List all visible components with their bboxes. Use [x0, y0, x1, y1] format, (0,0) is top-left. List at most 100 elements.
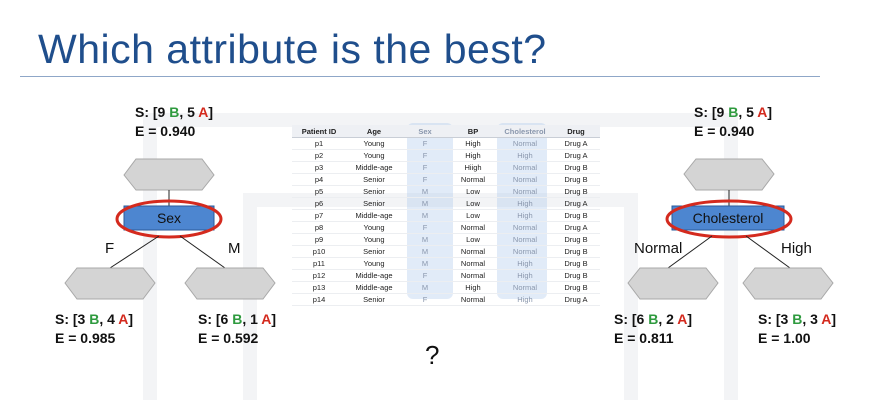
- cell-bp: Normal: [448, 269, 498, 282]
- left-root-entropy: E = 0.940: [135, 123, 196, 139]
- cell-cholesterol: Normal: [498, 137, 552, 150]
- question-mark: ?: [425, 340, 440, 370]
- cell-sex: F: [402, 137, 448, 150]
- right-root-sample-count: S: [9 B, 5 A]: [694, 104, 773, 120]
- cholesterol-node-label: Cholesterol: [693, 210, 764, 226]
- cell-drug: Drug A: [552, 197, 600, 210]
- cell-sex: F: [402, 161, 448, 174]
- right-root-hexagon: [683, 158, 775, 191]
- cell-sex: M: [402, 233, 448, 246]
- table-row: p6 Senior M Low High Drug A: [292, 197, 600, 210]
- table-row: p2 Young F High High Drug A: [292, 149, 600, 162]
- cell-patient-id: p14: [292, 293, 346, 306]
- column-header-patient-id: Patient ID: [292, 125, 346, 138]
- table-header-row: Patient ID Age Sex BP Cholesterol Drug: [292, 125, 600, 138]
- cell-age: Young: [346, 149, 402, 162]
- cell-patient-id: p6: [292, 197, 346, 210]
- cell-patient-id: p8: [292, 221, 346, 234]
- cell-patient-id: p7: [292, 209, 346, 222]
- cell-drug: Drug B: [552, 257, 600, 270]
- table-row: p12 Middle-age F Normal High Drug B: [292, 269, 600, 282]
- cell-age: Young: [346, 221, 402, 234]
- sex-node-label: Sex: [157, 210, 181, 226]
- cell-sex: F: [402, 293, 448, 306]
- cell-patient-id: p1: [292, 137, 346, 150]
- cell-patient-id: p10: [292, 245, 346, 258]
- left-leaf-m-sample-count: S: [6 B, 1 A]: [198, 311, 277, 327]
- table-row: p4 Senior F Normal Normal Drug B: [292, 173, 600, 186]
- branch-label-normal: Normal: [634, 240, 682, 257]
- cell-age: Senior: [346, 293, 402, 306]
- cell-patient-id: p3: [292, 161, 346, 174]
- branch-label-f: F: [105, 240, 114, 257]
- cell-sex: M: [402, 245, 448, 258]
- cell-age: Middle-age: [346, 269, 402, 282]
- cell-patient-id: p13: [292, 281, 346, 294]
- cell-drug: Drug B: [552, 173, 600, 186]
- table-row: p10 Senior M Normal Normal Drug B: [292, 245, 600, 258]
- right-root-entropy: E = 0.940: [694, 123, 755, 139]
- cell-cholesterol: Normal: [498, 281, 552, 294]
- left-branch-f: [109, 235, 160, 269]
- left-leaf-f-hexagon: [64, 267, 156, 300]
- cell-sex: F: [402, 269, 448, 282]
- cell-drug: Drug A: [552, 293, 600, 306]
- cell-cholesterol: High: [498, 257, 552, 270]
- cell-drug: Drug B: [552, 269, 600, 282]
- left-leaf-m-entropy: E = 0.592: [198, 330, 259, 346]
- cell-bp: Normal: [448, 293, 498, 306]
- cell-drug: Drug B: [552, 233, 600, 246]
- cell-age: Senior: [346, 245, 402, 258]
- left-leaf-f-entropy: E = 0.985: [55, 330, 116, 346]
- cell-bp: Low: [448, 233, 498, 246]
- column-header-sex: Sex: [402, 125, 448, 138]
- cell-cholesterol: Normal: [498, 233, 552, 246]
- cell-bp: High: [448, 137, 498, 150]
- table-body: p1 Young F High Normal Drug Ap2 Young F High High…: [292, 137, 600, 306]
- cell-drug: Drug A: [552, 149, 600, 162]
- right-leaf-high-stats: S: [3 B, 3 A] E = 1.00: [758, 310, 836, 348]
- table-row: p14 Senior F Normal High Drug A: [292, 293, 600, 306]
- cell-patient-id: p5: [292, 185, 346, 198]
- cell-sex: M: [402, 185, 448, 198]
- cell-sex: M: [402, 257, 448, 270]
- cell-bp: Low: [448, 185, 498, 198]
- cell-sex: F: [402, 149, 448, 162]
- cell-sex: F: [402, 221, 448, 234]
- left-root-hexagon: [123, 158, 215, 191]
- right-leaf-normal-entropy: E = 0.811: [614, 330, 674, 346]
- table-row: p13 Middle-age M High Normal Drug B: [292, 281, 600, 294]
- cell-bp: High: [448, 281, 498, 294]
- column-header-cholesterol: Cholesterol: [498, 125, 552, 138]
- cell-bp: Normal: [448, 173, 498, 186]
- cell-cholesterol: Normal: [498, 221, 552, 234]
- cell-age: Young: [346, 137, 402, 150]
- table-row: p1 Young F High Normal Drug A: [292, 137, 600, 150]
- right-leaf-normal-hexagon: [627, 267, 719, 300]
- cell-cholesterol: High: [498, 197, 552, 210]
- table-row: p8 Young F Normal Normal Drug A: [292, 221, 600, 234]
- cell-sex: M: [402, 197, 448, 210]
- branch-label-m: M: [228, 240, 241, 257]
- right-tree: Cholesterol Normal High: [627, 158, 834, 300]
- table-row: p3 Middle-age F Hiigh Normal Drug B: [292, 161, 600, 174]
- cell-drug: Drug A: [552, 221, 600, 234]
- cell-sex: F: [402, 173, 448, 186]
- cell-age: Middle-age: [346, 281, 402, 294]
- column-header-drug: Drug: [552, 125, 600, 138]
- cell-age: Senior: [346, 173, 402, 186]
- right-leaf-high-entropy: E = 1.00: [758, 330, 811, 346]
- cell-cholesterol: High: [498, 293, 552, 306]
- cell-cholesterol: Normal: [498, 161, 552, 174]
- cell-bp: Hiigh: [448, 161, 498, 174]
- cell-sex: M: [402, 209, 448, 222]
- column-header-bp: BP: [448, 125, 498, 138]
- cell-drug: Drug A: [552, 137, 600, 150]
- cell-cholesterol: High: [498, 209, 552, 222]
- cell-bp: Normal: [448, 221, 498, 234]
- cell-age: Senior: [346, 185, 402, 198]
- cell-age: Young: [346, 257, 402, 270]
- left-branch-m: [179, 235, 226, 269]
- cell-drug: Drug B: [552, 161, 600, 174]
- cell-cholesterol: Normal: [498, 185, 552, 198]
